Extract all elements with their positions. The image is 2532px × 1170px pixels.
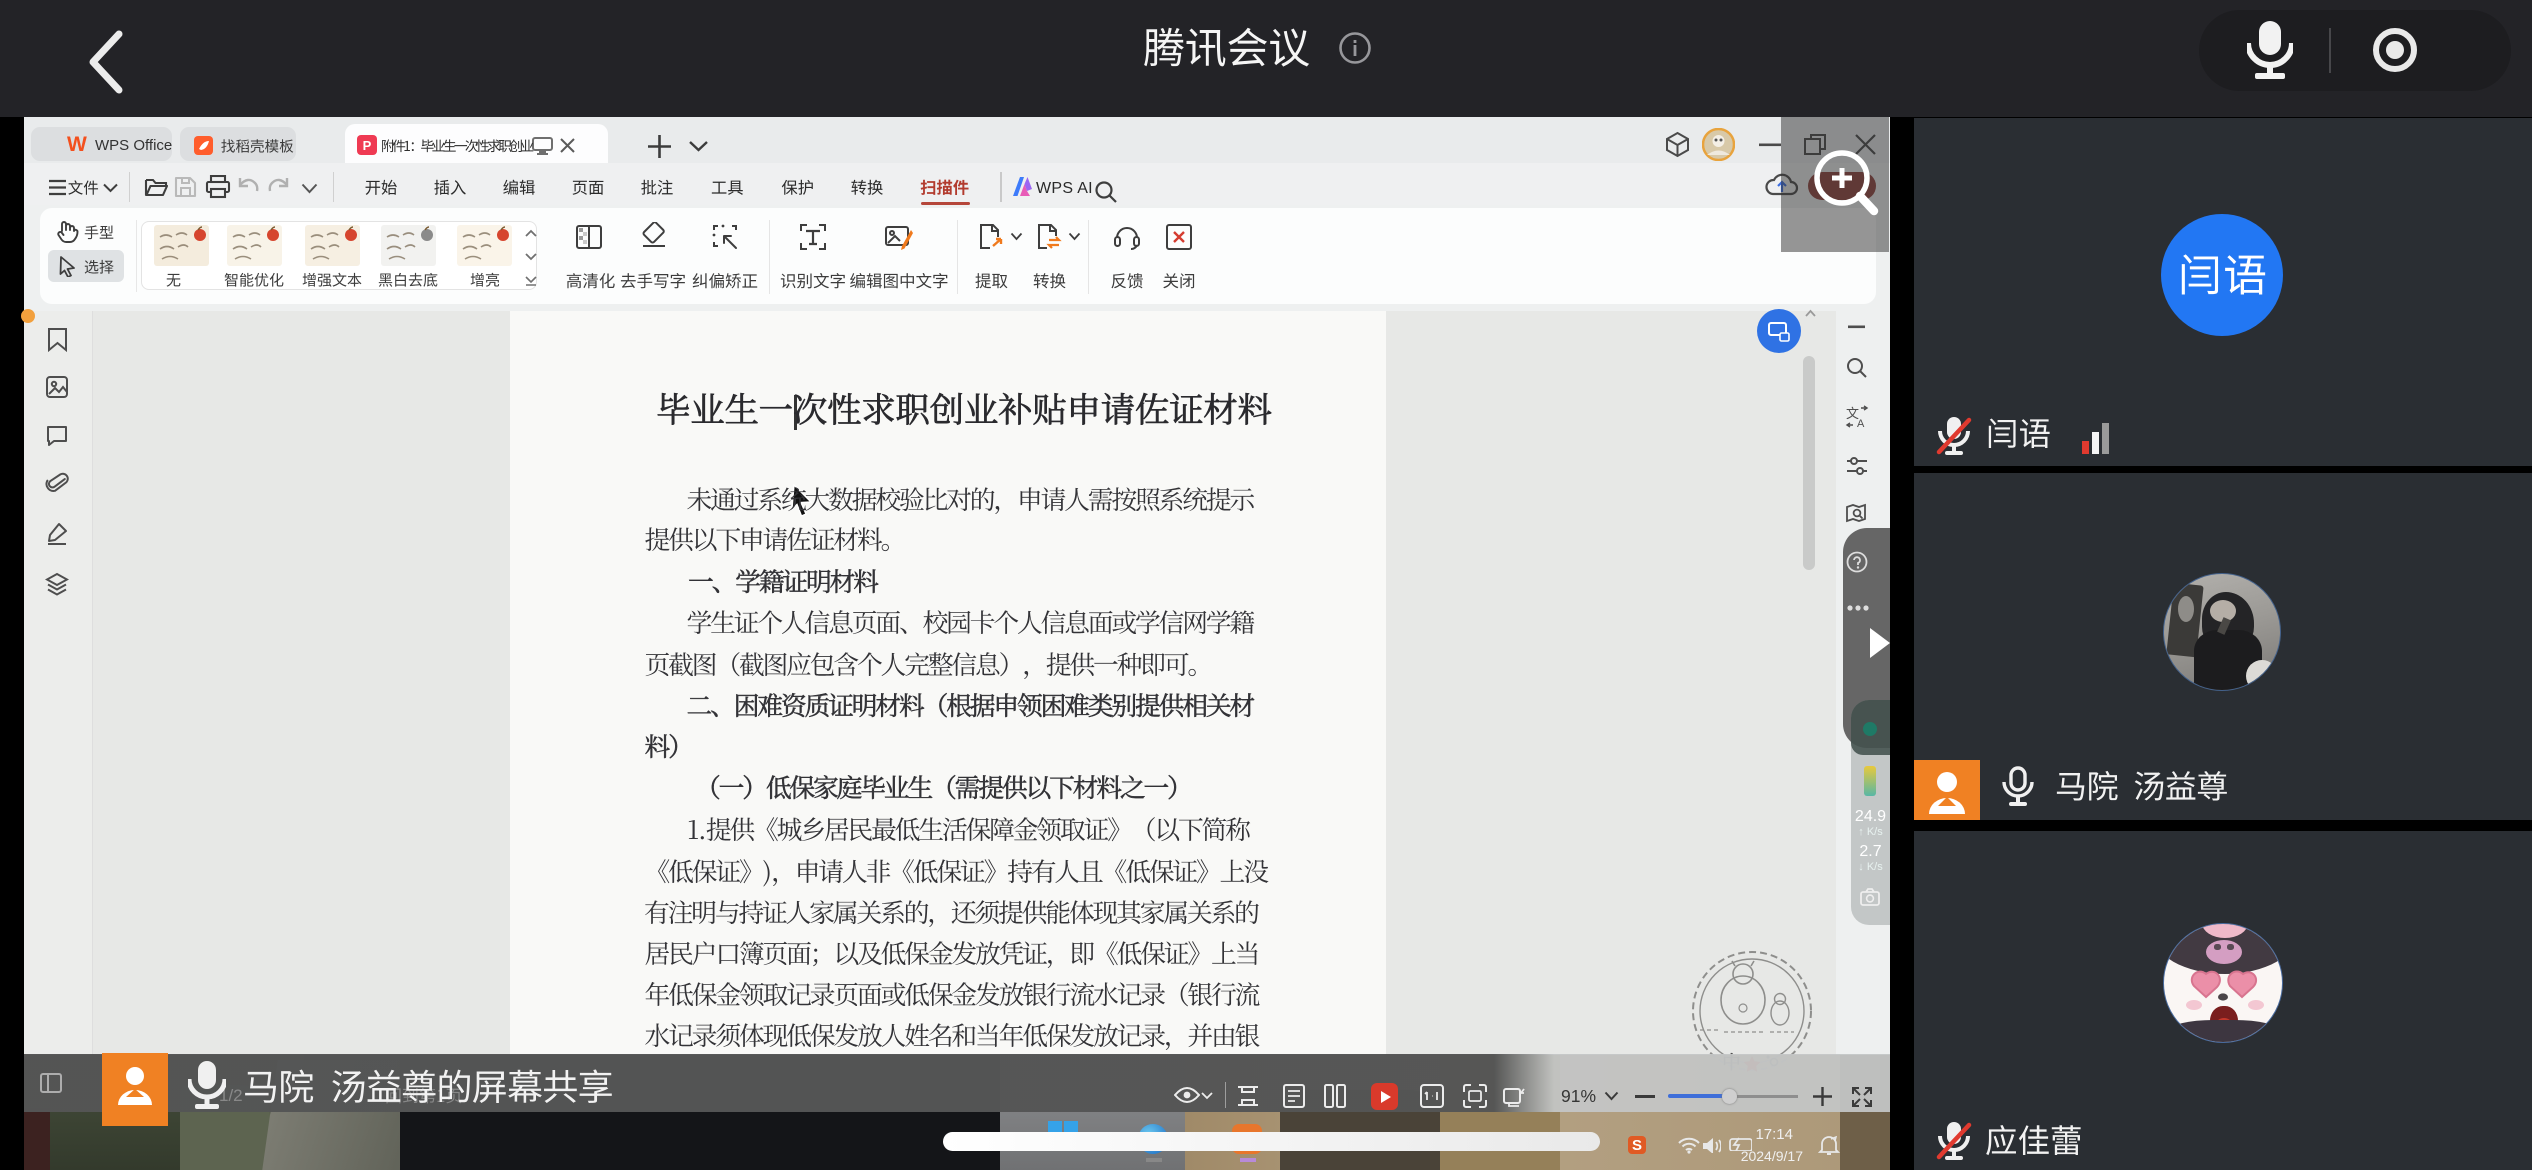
svg-text:A: A [1857, 418, 1865, 429]
svg-text:P: P [363, 138, 372, 153]
